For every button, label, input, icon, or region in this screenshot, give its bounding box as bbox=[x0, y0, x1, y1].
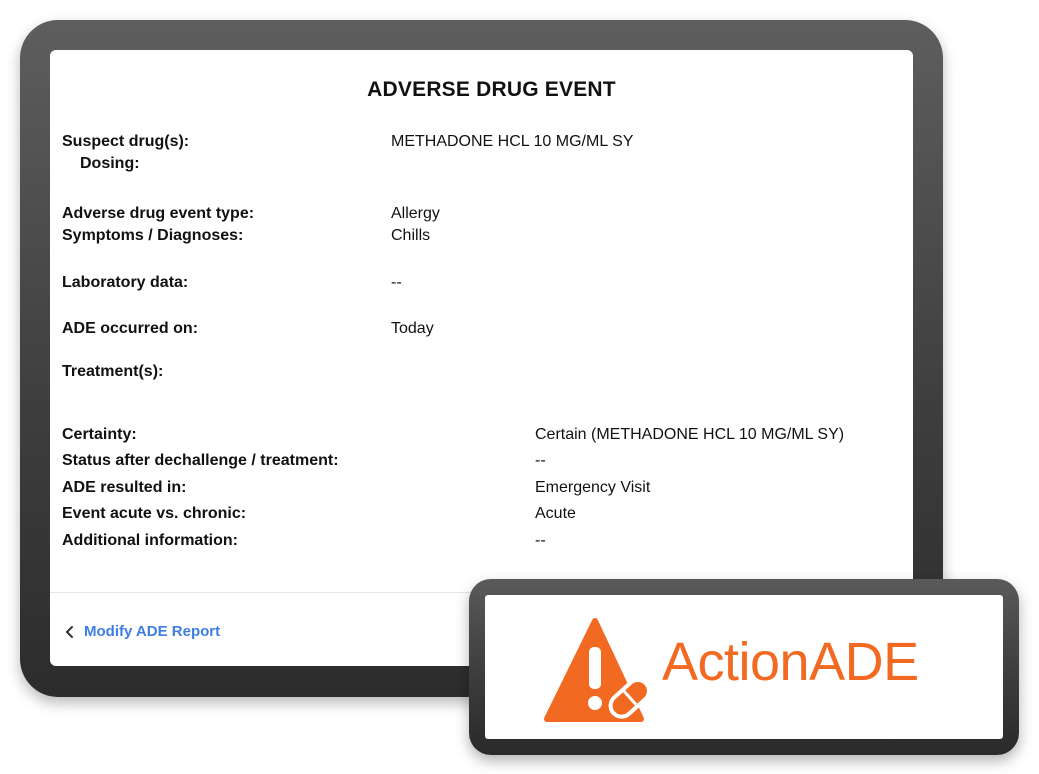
certainty-label: Certainty: bbox=[62, 426, 137, 443]
modify-ade-report-label: Modify ADE Report bbox=[84, 623, 221, 640]
warning-pill-icon bbox=[544, 618, 651, 722]
lab-data-value: -- bbox=[391, 274, 402, 291]
certainty-value: Certain (METHADONE HCL 10 MG/ML SY) bbox=[535, 426, 845, 443]
acute-chronic-value: Acute bbox=[535, 505, 576, 522]
event-type-label: Adverse drug event type: bbox=[62, 205, 255, 222]
resulted-in-label: ADE resulted in: bbox=[62, 479, 187, 496]
dosing-label: Dosing: bbox=[80, 155, 140, 172]
suspect-drugs-value: METHADONE HCL 10 MG/ML SY bbox=[391, 133, 634, 150]
resulted-in-value: Emergency Visit bbox=[535, 479, 651, 496]
symptoms-label: Symptoms / Diagnoses: bbox=[62, 227, 244, 244]
report-screen: ADVERSE DRUG EVENT Suspect drug(s): METH… bbox=[50, 50, 913, 666]
occurred-on-label: ADE occurred on: bbox=[62, 320, 199, 337]
event-type-value: Allergy bbox=[391, 205, 440, 222]
lab-data-label: Laboratory data: bbox=[62, 274, 189, 291]
additional-info-value: -- bbox=[535, 532, 546, 549]
logo-panel: ActionADE bbox=[485, 595, 1003, 739]
logo-card: ActionADE bbox=[469, 579, 1019, 755]
acute-chronic-label: Event acute vs. chronic: bbox=[62, 505, 247, 522]
additional-info-label: Additional information: bbox=[62, 532, 238, 549]
status-after-value: -- bbox=[535, 452, 546, 469]
modify-ade-report-link[interactable]: Modify ADE Report bbox=[64, 623, 220, 640]
chevron-left-icon bbox=[66, 625, 73, 638]
stage: ADVERSE DRUG EVENT Suspect drug(s): METH… bbox=[0, 0, 1039, 774]
symptoms-value: Chills bbox=[391, 227, 431, 244]
suspect-drugs-label: Suspect drug(s): bbox=[62, 133, 190, 150]
status-after-label: Status after dechallenge / treatment: bbox=[62, 452, 339, 469]
page-title: ADVERSE DRUG EVENT bbox=[367, 78, 616, 101]
occurred-on-value: Today bbox=[391, 320, 434, 337]
logo-wordmark: ActionADE bbox=[662, 632, 919, 692]
treatments-label: Treatment(s): bbox=[62, 363, 164, 380]
